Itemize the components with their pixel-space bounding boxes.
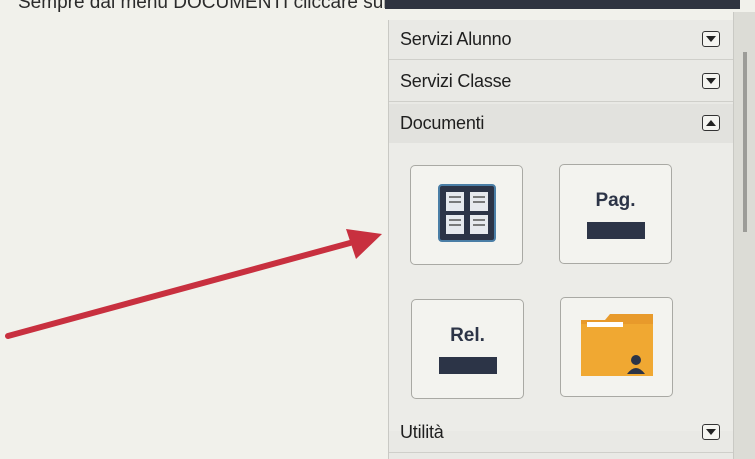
- pointer-arrow-icon: [5, 229, 382, 339]
